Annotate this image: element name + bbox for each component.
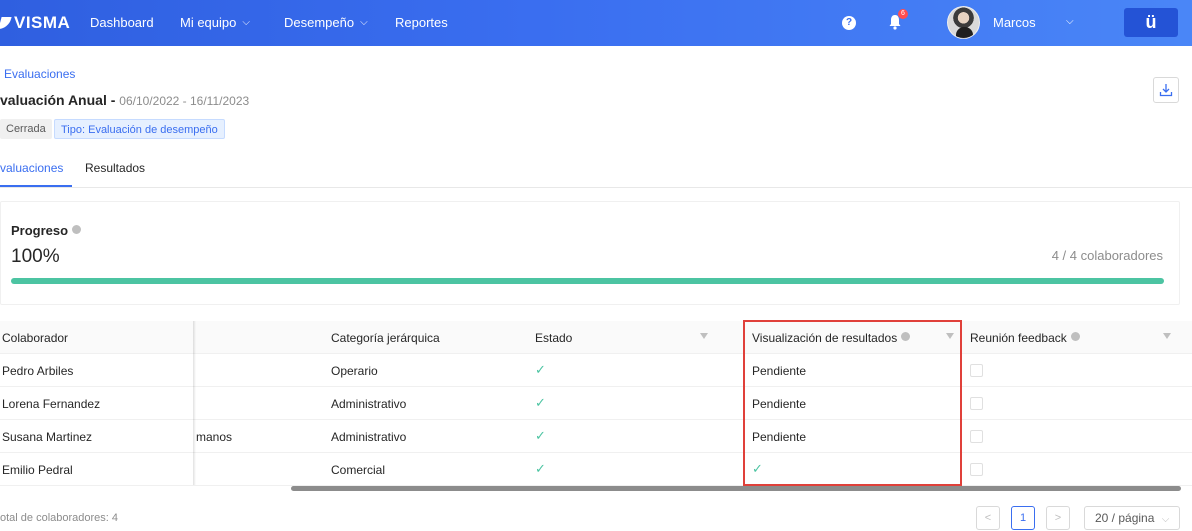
cell-visualizacion: Pendiente (752, 430, 807, 444)
cell-categoria: Administrativo (331, 397, 407, 411)
nav-reportes[interactable]: Reportes (395, 15, 448, 30)
help-icon[interactable]: ? (842, 16, 856, 30)
download-icon (1159, 84, 1173, 97)
visma-logo-icon (0, 17, 12, 29)
progress-label: Progreso (11, 223, 82, 238)
cell-colaborador[interactable]: Emilio Pedral (2, 463, 73, 477)
brand-logo[interactable]: VISMA (0, 13, 70, 33)
cell-categoria: Operario (331, 364, 378, 378)
cell-categoria: Comercial (331, 463, 386, 477)
type-badge: Tipo: Evaluación de desempeño (54, 119, 225, 139)
check-icon: ✓ (535, 461, 546, 476)
progress-card: Progreso 100% 4 / 4 colaboradores (0, 201, 1180, 305)
column-header-visualizacion-label: Visualización de resultados (752, 331, 898, 345)
column-header-colaborador[interactable]: Colaborador (2, 331, 68, 345)
fixed-column-divider (193, 321, 196, 485)
nav-mi-equipo[interactable]: Mi equipo ⌵ (180, 15, 250, 30)
active-tab-indicator (0, 185, 72, 187)
cell-visualizacion: Pendiente (752, 397, 807, 411)
tab-evaluaciones[interactable]: valuaciones (0, 161, 63, 175)
tab-resultados[interactable]: Resultados (85, 161, 145, 175)
column-header-categoria[interactable]: Categoría jerárquica (331, 331, 440, 345)
column-header-visualizacion[interactable]: Visualización de resultados (752, 331, 911, 345)
nav-mi-equipo-label: Mi equipo (180, 15, 237, 30)
feedback-checkbox[interactable] (970, 430, 983, 443)
page-size-select[interactable]: 20 / página ⌵ (1084, 506, 1180, 530)
info-icon[interactable] (72, 225, 82, 234)
nav-reportes-label: Reportes (395, 15, 448, 30)
nav-desempeno[interactable]: Desempeño ⌵ (284, 15, 368, 30)
total-count: otal de colaboradores: 4 (0, 512, 119, 524)
progress-bar (11, 278, 1164, 284)
cell-colaborador[interactable]: Susana Martinez (2, 430, 92, 444)
progress-count: 4 / 4 colaboradores (1051, 248, 1163, 263)
top-navbar: VISMA Dashboard Mi equipo ⌵ Desempeño ⌵ … (0, 0, 1192, 46)
next-page-button[interactable]: > (1046, 506, 1070, 530)
breadcrumb[interactable]: Evaluaciones (4, 67, 75, 81)
table-row[interactable]: Susana Martinez manos Administrativo ✓ P… (0, 420, 1192, 453)
app-switcher-button[interactable]: ü (1124, 8, 1178, 37)
info-icon[interactable] (1070, 332, 1080, 341)
column-header-estado[interactable]: Estado (535, 331, 572, 345)
filter-icon[interactable] (1163, 333, 1171, 339)
cell-visualizacion: Pendiente (752, 364, 807, 378)
status-badge: Cerrada (0, 119, 52, 139)
horizontal-scrollbar[interactable] (291, 486, 1181, 491)
page-title: valuación Anual - 06/10/2022 - 16/11/202… (0, 92, 249, 108)
evaluation-title: valuación Anual - (0, 92, 116, 108)
chevron-down-icon: ⌵ (242, 17, 250, 28)
tabs: valuaciones Resultados (0, 158, 1192, 188)
check-icon: ✓ (535, 428, 546, 443)
user-name[interactable]: Marcos (993, 15, 1036, 30)
chevron-down-icon[interactable]: ⌵ (1066, 16, 1074, 27)
nav-dashboard-label: Dashboard (90, 15, 154, 30)
check-icon: ✓ (535, 395, 546, 410)
table-row[interactable]: Lorena Fernandez Administrativo ✓ Pendie… (0, 387, 1192, 420)
download-button[interactable] (1153, 77, 1179, 103)
cell-colaborador[interactable]: Pedro Arbiles (2, 364, 73, 378)
cell-categoria: Administrativo (331, 430, 407, 444)
progress-value: 100% (11, 246, 60, 267)
progress-label-text: Progreso (11, 223, 69, 238)
feedback-checkbox[interactable] (970, 463, 983, 476)
check-icon: ✓ (535, 362, 546, 377)
page-size-value: 20 / página (1095, 511, 1155, 525)
brand-name: VISMA (14, 13, 71, 32)
column-header-reunion-label: Reunión feedback (970, 331, 1067, 345)
info-icon[interactable] (901, 332, 911, 341)
avatar[interactable] (947, 6, 980, 39)
chevron-down-icon: ⌵ (360, 17, 368, 28)
nav-desempeno-label: Desempeño (284, 15, 355, 30)
check-icon: ✓ (752, 461, 763, 476)
cell-area: manos (196, 430, 233, 444)
filter-icon[interactable] (700, 333, 708, 339)
feedback-checkbox[interactable] (970, 364, 983, 377)
page-1-button[interactable]: 1 (1011, 506, 1035, 530)
table-row[interactable]: Pedro Arbiles Operario ✓ Pendiente (0, 354, 1192, 387)
notification-badge: 6 (898, 9, 908, 19)
column-header-reunion[interactable]: Reunión feedback (970, 331, 1080, 345)
prev-page-button[interactable]: < (976, 506, 1000, 530)
evaluation-dates: 06/10/2022 - 16/11/2023 (119, 94, 250, 108)
cell-colaborador[interactable]: Lorena Fernandez (2, 397, 100, 411)
chevron-down-icon: ⌵ (1161, 514, 1170, 525)
feedback-checkbox[interactable] (970, 397, 983, 410)
nav-dashboard[interactable]: Dashboard (90, 15, 154, 30)
filter-icon[interactable] (946, 333, 954, 339)
table-row[interactable]: Emilio Pedral Comercial ✓ ✓ (0, 453, 1192, 486)
progress-bar-fill (11, 278, 1164, 284)
collaborators-table: Colaborador Categoría jerárquica Estado … (0, 321, 1192, 489)
table-header: Colaborador Categoría jerárquica Estado … (0, 321, 1192, 354)
